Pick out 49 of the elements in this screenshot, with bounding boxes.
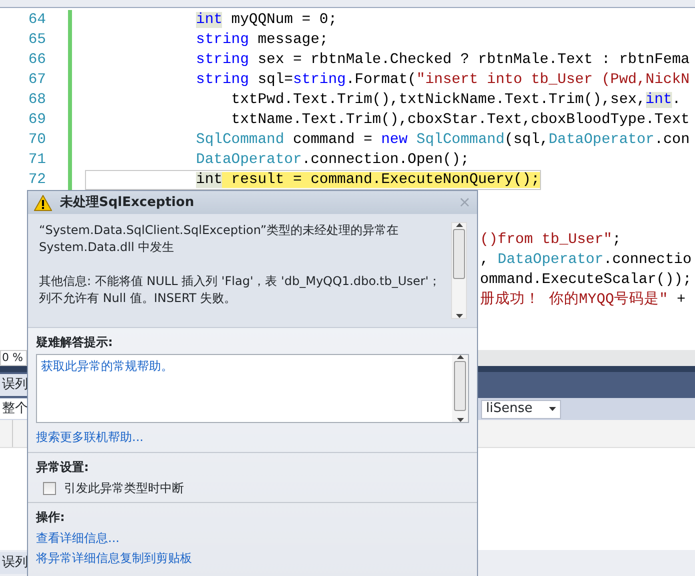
scroll-down-icon[interactable] xyxy=(456,418,464,422)
action-link[interactable]: 将异常详细信息复制到剪贴板 xyxy=(36,551,192,565)
code-line: SqlCommand command = new SqlCommand(sql,DataOperator.con xyxy=(195,131,691,150)
checkbox[interactable] xyxy=(43,482,56,494)
code-line: DataOperator.connection.Open(); xyxy=(195,151,470,170)
caret-icon xyxy=(549,407,556,411)
scope-dropdown[interactable]: 整个 xyxy=(0,399,30,419)
line-number: 69 xyxy=(27,110,46,130)
scroll-thumb[interactable] xyxy=(453,229,465,279)
line-number: 67 xyxy=(27,70,46,90)
code-line: 册成功！ 你的MYQQ号码是" + xyxy=(480,290,686,310)
dialog-title: 未处理SqlException xyxy=(60,194,196,212)
scroll-up-icon[interactable] xyxy=(456,223,462,227)
message-text: “System.Data.SqlClient.SqlException”类型的未经处理的异常在 System.Data.dll 中发生 xyxy=(39,222,400,256)
code-line: ()from tb_User"; xyxy=(480,230,622,250)
line-number: 64 xyxy=(27,10,46,30)
bottom-tab[interactable]: 误列 xyxy=(0,552,30,574)
code-line: string message; xyxy=(195,31,330,50)
source-dropdown[interactable]: liSense xyxy=(481,400,561,418)
checkbox-label: 引发此异常类型时中断 xyxy=(64,480,184,496)
line-number: 72 xyxy=(27,170,46,190)
code-line: string sql=string.Format("insert into tb_User (Pwd,NickN xyxy=(195,71,691,90)
code-line: , DataOperator.connectio xyxy=(480,250,692,270)
warning-icon xyxy=(34,194,52,210)
line-number: 66 xyxy=(27,50,46,70)
code-line: txtName.Text.Trim(),cboxStar.Text,cboxBloodType.Text xyxy=(230,111,691,130)
code-line: ommand.ExecuteScalar()); xyxy=(480,270,692,290)
help-link[interactable]: 获取此异常的常规帮助。 xyxy=(41,359,173,373)
scrollbar[interactable] xyxy=(451,222,467,319)
scroll-up-icon[interactable] xyxy=(456,355,464,359)
line-number: 68 xyxy=(27,90,46,110)
code-line: txtPwd.Text.Trim(),txtNickName.Text.Trim(),sex,int. xyxy=(230,91,682,110)
line-number: 65 xyxy=(27,30,46,50)
code-line: string sex = rbtnMale.Checked ? rbtnMale.Text : rbtnFema xyxy=(195,51,691,70)
line-number: 71 xyxy=(27,150,46,170)
section-heading: 疑难解答提示: xyxy=(36,334,114,351)
section-heading: 操作: xyxy=(36,509,66,526)
scroll-thumb[interactable] xyxy=(454,361,466,411)
scrollbar[interactable] xyxy=(452,355,468,422)
section-heading: 异常设置: xyxy=(36,459,90,476)
online-help-link[interactable]: 搜索更多联机帮助... xyxy=(36,430,144,444)
zoom-level-field[interactable]: 0 % xyxy=(0,350,27,366)
code-line: int myQQNum = 0; xyxy=(195,11,338,30)
dropdown-value: liSense xyxy=(486,400,532,418)
tool-window-tab[interactable]: 误列 xyxy=(0,374,30,396)
line-number: 70 xyxy=(27,130,46,150)
message-text: 其他信息: 不能将值 NULL 插入列 'Flag'，表 'db_MyQQ1.dbo.tb_User'；列不允许有 Null 值。INSERT 失败。 xyxy=(39,273,442,307)
scroll-down-icon[interactable] xyxy=(456,314,462,318)
action-link[interactable]: 查看详细信息... xyxy=(36,531,120,545)
